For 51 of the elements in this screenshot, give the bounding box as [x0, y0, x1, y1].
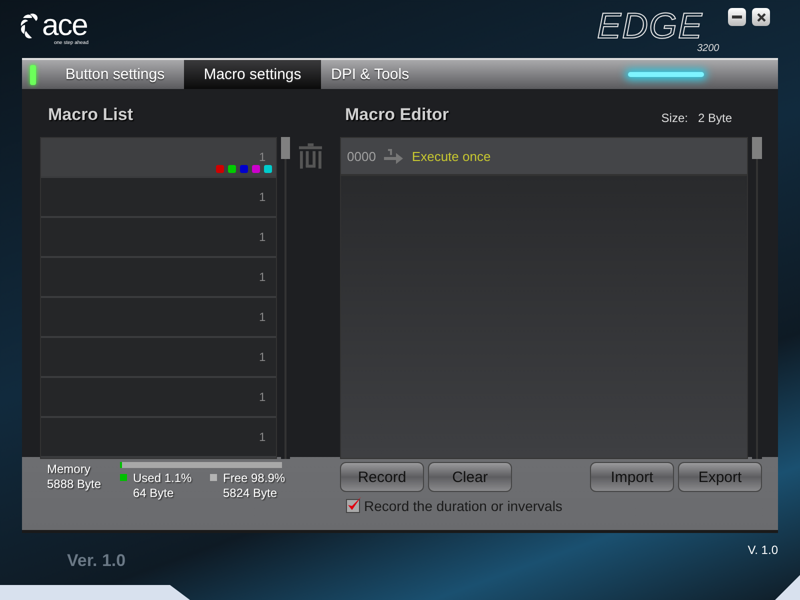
macro-row[interactable]: 1: [41, 418, 276, 458]
minimize-icon: [732, 15, 742, 19]
trash-icon[interactable]: [298, 143, 322, 170]
repeat-count: 1: [258, 390, 266, 404]
macro-row[interactable]: 1: [41, 178, 276, 218]
action-button[interactable]: Export: [678, 462, 762, 492]
model-number: 3200: [697, 43, 720, 54]
product-logo: EDGE: [597, 8, 704, 44]
macro-row[interactable]: 1: [41, 218, 276, 258]
legend-label: Used 1.1%: [133, 471, 192, 486]
repeat-count: 1: [258, 310, 266, 324]
status-light: [30, 65, 36, 85]
close-button[interactable]: [752, 8, 770, 26]
memory-label: Memory: [47, 462, 92, 478]
minimize-button[interactable]: [728, 8, 746, 26]
checkbox[interactable]: [346, 499, 360, 514]
panel-title: Macro List: [48, 105, 134, 126]
legend-label: Free 98.9%: [223, 471, 286, 486]
macro-step-row[interactable]: 0000 Execute once: [341, 138, 747, 176]
repeat-count: 1: [258, 150, 266, 164]
macro-row[interactable]: 1: [41, 258, 276, 298]
repeat-count: 1: [258, 230, 266, 244]
repeat-count: 1: [258, 190, 266, 204]
step-action: Execute once: [412, 148, 491, 164]
logo-text: ace: [42, 9, 88, 42]
macro-row[interactable]: 1: [41, 298, 276, 338]
action-button[interactable]: Import: [590, 462, 674, 492]
tab[interactable]: Button settings: [46, 60, 184, 90]
macro-row[interactable]: 1: [41, 378, 276, 418]
macro-row[interactable]: 1: [41, 338, 276, 378]
macro-row[interactable]: 1: [41, 138, 276, 178]
size-value: 2 Byte: [698, 111, 732, 126]
tab[interactable]: Macro settings: [184, 60, 321, 90]
step-index: 0000: [347, 148, 376, 164]
tab[interactable]: DPI & Tools: [321, 60, 420, 90]
version-text: V. 1.0: [748, 543, 778, 557]
action-button[interactable]: Record: [340, 462, 424, 492]
repeat-count: 1: [258, 430, 266, 444]
legend-amount: 5824 Byte: [223, 486, 278, 502]
panel-title: Macro Editor: [345, 105, 449, 126]
version-text: Ver. 1.0: [67, 551, 126, 571]
repeat-count: 1: [258, 270, 266, 284]
close-icon: [756, 12, 766, 22]
checkbox-label: Record the duration or invervals: [364, 498, 562, 514]
action-button[interactable]: Clear: [428, 462, 512, 492]
size-label: Size:: [661, 111, 688, 126]
repeat-count: 1: [258, 350, 266, 364]
flower-logo-icon: [20, 12, 40, 40]
execute-once-icon: [384, 148, 404, 164]
legend-amount: 64 Byte: [133, 486, 175, 502]
memory-total: 5888 Byte: [47, 477, 102, 492]
